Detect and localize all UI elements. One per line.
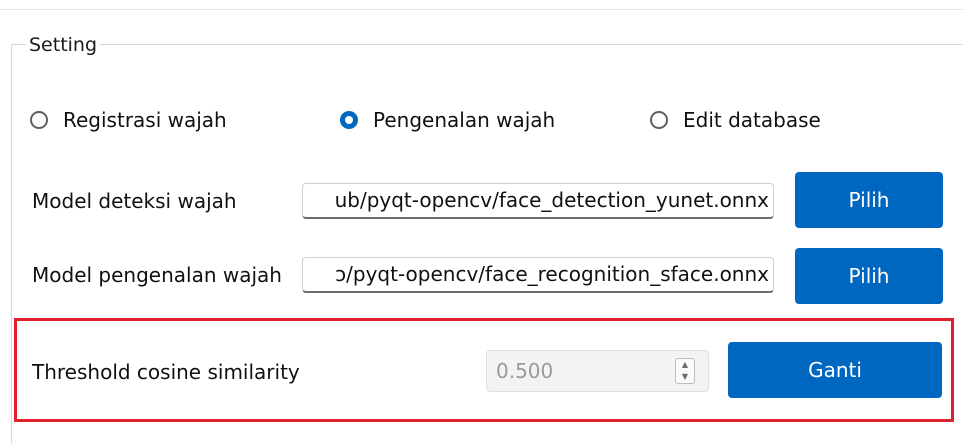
spin-up-icon[interactable]: ▲ <box>676 359 694 371</box>
radio-pengenalan-wajah[interactable]: Pengenalan wajah <box>340 107 555 133</box>
groupbox-title: Setting <box>26 33 101 57</box>
radio-indicator-icon[interactable] <box>30 111 48 129</box>
recognition-model-path-input[interactable]: ɔ/pyqt-opencv/face_recognition_sface.onn… <box>302 257 774 293</box>
radio-registrasi-wajah[interactable]: Registrasi wajah <box>30 107 227 133</box>
change-threshold-button[interactable]: Ganti <box>728 342 942 398</box>
choose-detection-model-button[interactable]: Pilih <box>795 172 943 228</box>
radio-indicator-icon[interactable] <box>650 111 668 129</box>
detection-model-path-text: ub/pyqt-opencv/face_detection_yunet.onnx <box>334 188 769 212</box>
spin-down-icon[interactable]: ▼ <box>676 371 694 383</box>
recognition-model-label: Model pengenalan wajah <box>32 263 282 287</box>
threshold-value: 0.500 <box>496 359 554 383</box>
radio-edit-database[interactable]: Edit database <box>650 107 821 133</box>
radio-label: Pengenalan wajah <box>373 108 556 132</box>
detection-model-path-input[interactable]: ub/pyqt-opencv/face_detection_yunet.onnx <box>302 183 774 219</box>
choose-recognition-model-button[interactable]: Pilih <box>795 248 943 304</box>
radio-label: Edit database <box>683 108 821 132</box>
threshold-spinbox[interactable]: 0.500 ▲ ▼ <box>486 350 709 392</box>
top-divider <box>0 9 963 10</box>
detection-model-label: Model deteksi wajah <box>32 189 237 213</box>
radio-label: Registrasi wajah <box>63 108 227 132</box>
recognition-model-path-text: ɔ/pyqt-opencv/face_recognition_sface.onn… <box>335 262 769 286</box>
threshold-label: Threshold cosine similarity <box>32 360 300 384</box>
radio-checked-icon[interactable] <box>340 111 358 129</box>
spin-arrows[interactable]: ▲ ▼ <box>675 358 695 384</box>
